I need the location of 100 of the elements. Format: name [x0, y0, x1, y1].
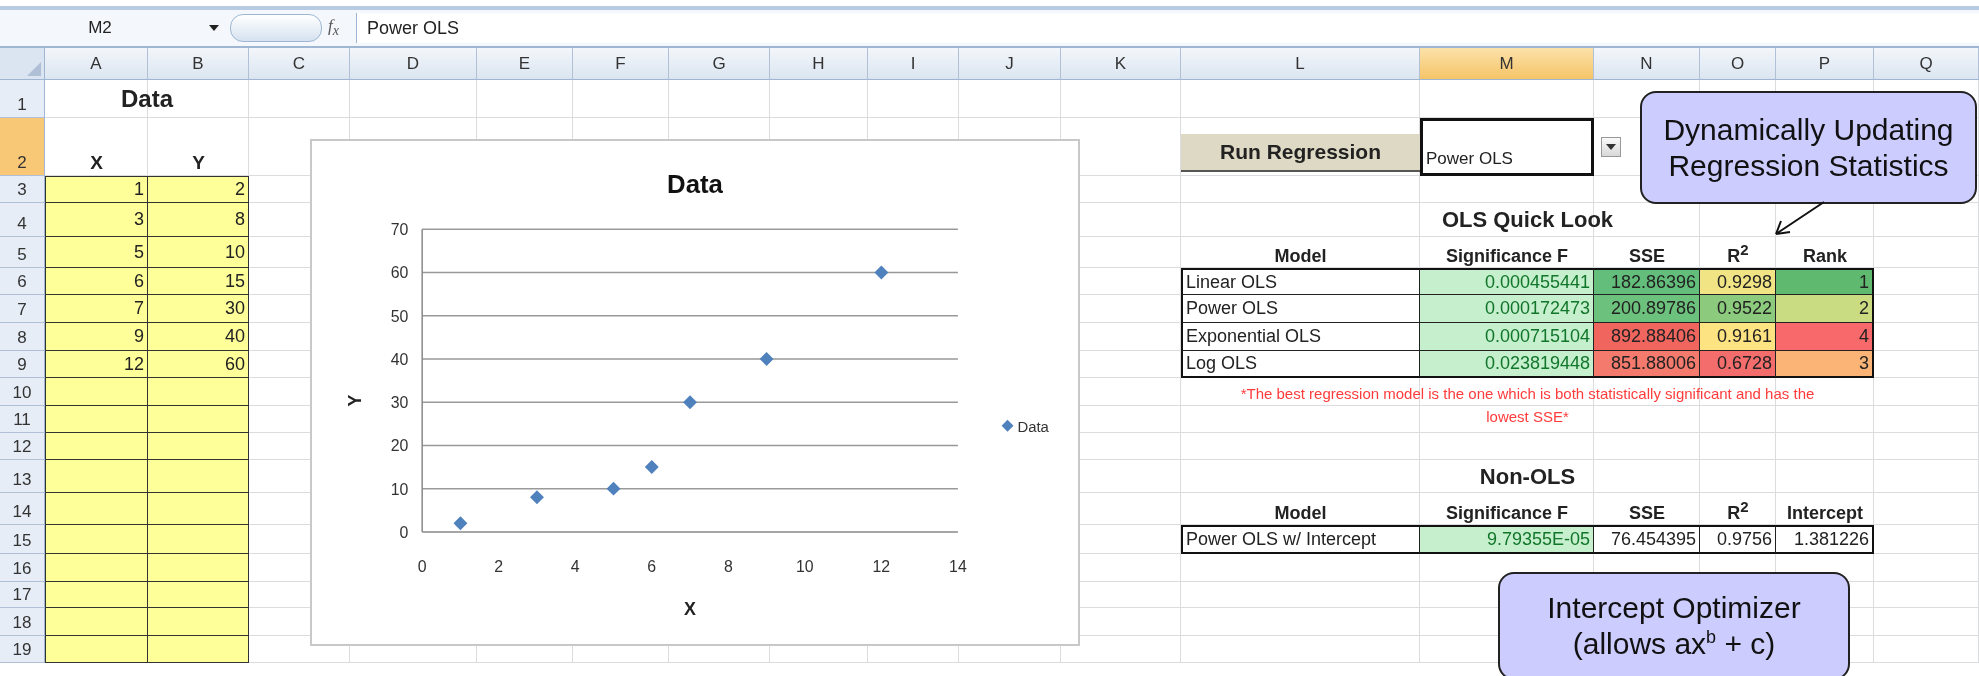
column-header[interactable]: F [573, 48, 669, 80]
data-point [530, 490, 544, 505]
table-cell: Log OLS [1181, 351, 1420, 378]
table-cell: 9 [45, 323, 148, 351]
column-header[interactable]: L [1181, 48, 1420, 80]
data-point [606, 481, 621, 496]
axis-tick-label: 0 [399, 523, 409, 541]
formula-field[interactable]: Power OLS [356, 13, 1979, 43]
table-cell: 6 [45, 268, 148, 295]
table-cell: Linear OLS [1181, 268, 1420, 295]
table-cell: 76.454395 [1594, 525, 1700, 554]
table-cell: 0.9161 [1700, 323, 1776, 351]
table-cell: 0.000715104 [1420, 323, 1594, 351]
row-header[interactable]: 13 [0, 460, 45, 493]
table-cell: 1 [45, 176, 148, 203]
data-point [874, 265, 889, 280]
callout: Dynamically Updating Regression Statistics [1640, 91, 1977, 204]
footnote: *The best regression model is the one which is both statistically significant and has the lowest SSE* [1239, 384, 1816, 427]
table-cell: 15 [148, 268, 249, 295]
caret-icon[interactable] [208, 24, 220, 32]
axis-tick-label: 10 [796, 557, 814, 575]
data-point [683, 395, 697, 410]
column-header[interactable]: P [1776, 48, 1874, 80]
insert-function-button[interactable]: f$_{x}$ [328, 16, 356, 40]
axis-tick-label: 70 [390, 221, 409, 239]
axis-tick-label: 10 [390, 480, 409, 498]
axis-tick-label: 2 [494, 557, 504, 575]
row-header[interactable]: 17 [0, 582, 45, 608]
row-header[interactable]: 14 [0, 493, 45, 525]
axis-tick-label: 30 [390, 394, 409, 412]
column-header[interactable]: O [1700, 48, 1776, 80]
resize-handle[interactable] [230, 14, 322, 42]
axis-tick-label: 20 [390, 437, 409, 455]
column-header[interactable]: D [350, 48, 477, 80]
column-header[interactable]: C [249, 48, 350, 80]
row-header[interactable]: 10 [0, 378, 45, 406]
dropdown-field[interactable]: Power OLS [1420, 118, 1594, 176]
caret-icon [1606, 144, 1616, 150]
column-header[interactable]: H [770, 48, 868, 80]
table-cell: 0.6728 [1700, 351, 1776, 378]
column-header[interactable]: Q [1874, 48, 1979, 80]
table-cell: 0.9522 [1700, 295, 1776, 323]
row-header[interactable]: 6 [0, 268, 45, 295]
section-title: OLS Quick Look [1441, 207, 1614, 233]
table-cell: 3 [1776, 351, 1874, 378]
row-header[interactable]: 9 [0, 351, 45, 378]
row-header[interactable]: 12 [0, 433, 45, 460]
column-heading: SSE [1628, 502, 1666, 525]
row-header[interactable]: 1 [0, 80, 45, 118]
legend-label: Data [1017, 418, 1049, 435]
table-cell: 7 [45, 295, 148, 323]
column-header[interactable]: M [1420, 48, 1594, 80]
row-header[interactable]: 2 [0, 118, 45, 176]
table-cell: 8 [148, 203, 249, 237]
table-cell: 4 [1776, 323, 1874, 351]
column-header[interactable]: N [1594, 48, 1700, 80]
table-cell: 2 [148, 176, 249, 203]
row-header[interactable]: 3 [0, 176, 45, 203]
table-cell: 12 [45, 351, 148, 378]
column-heading: X [89, 151, 104, 175]
row-header[interactable]: 8 [0, 323, 45, 351]
row-header[interactable]: 7 [0, 295, 45, 323]
axis-tick-label: 14 [949, 557, 967, 575]
axis-tick-label: 8 [723, 557, 733, 575]
column-heading: Intercept [1786, 502, 1864, 525]
table-cell: 5 [45, 237, 148, 268]
column-header[interactable]: I [868, 48, 959, 80]
column-heading: Y [191, 151, 206, 175]
row-header[interactable]: 18 [0, 608, 45, 636]
row-header[interactable]: 4 [0, 203, 45, 237]
section-title: Non-OLS [1479, 463, 1576, 490]
data-point [453, 516, 468, 531]
run-regression-label: Run Regression [1181, 134, 1420, 172]
column-header[interactable]: A [45, 48, 148, 80]
row-header[interactable]: 15 [0, 525, 45, 554]
column-heading: Significance F [1445, 245, 1569, 268]
column-header[interactable]: K [1061, 48, 1181, 80]
column-heading: Rank [1802, 245, 1848, 268]
table-cell: 9.79355E-05 [1420, 525, 1594, 554]
name-box[interactable]: M2 [0, 14, 200, 42]
axis-tick-label: 4 [570, 557, 580, 575]
column-header[interactable]: B [148, 48, 249, 80]
column-header[interactable]: J [959, 48, 1061, 80]
table-cell: 1 [1776, 268, 1874, 295]
table-cell: 892.88406 [1594, 323, 1700, 351]
row-header[interactable]: 16 [0, 554, 45, 582]
column-header[interactable]: E [477, 48, 573, 80]
row-header[interactable]: 11 [0, 406, 45, 433]
table-cell: 182.86396 [1594, 268, 1700, 295]
table-cell: 0.000172473 [1420, 295, 1594, 323]
chart-title: Data [667, 169, 723, 198]
axis-title: Y [344, 394, 365, 407]
row-header[interactable]: 5 [0, 237, 45, 268]
axis-tick-label: 0 [417, 557, 427, 575]
row-header[interactable]: 19 [0, 636, 45, 663]
table-cell: 3 [45, 203, 148, 237]
column-heading: Model [1273, 502, 1328, 525]
column-header[interactable]: G [669, 48, 770, 80]
dropdown-button[interactable] [1601, 137, 1621, 157]
axis-title: X [684, 599, 696, 620]
